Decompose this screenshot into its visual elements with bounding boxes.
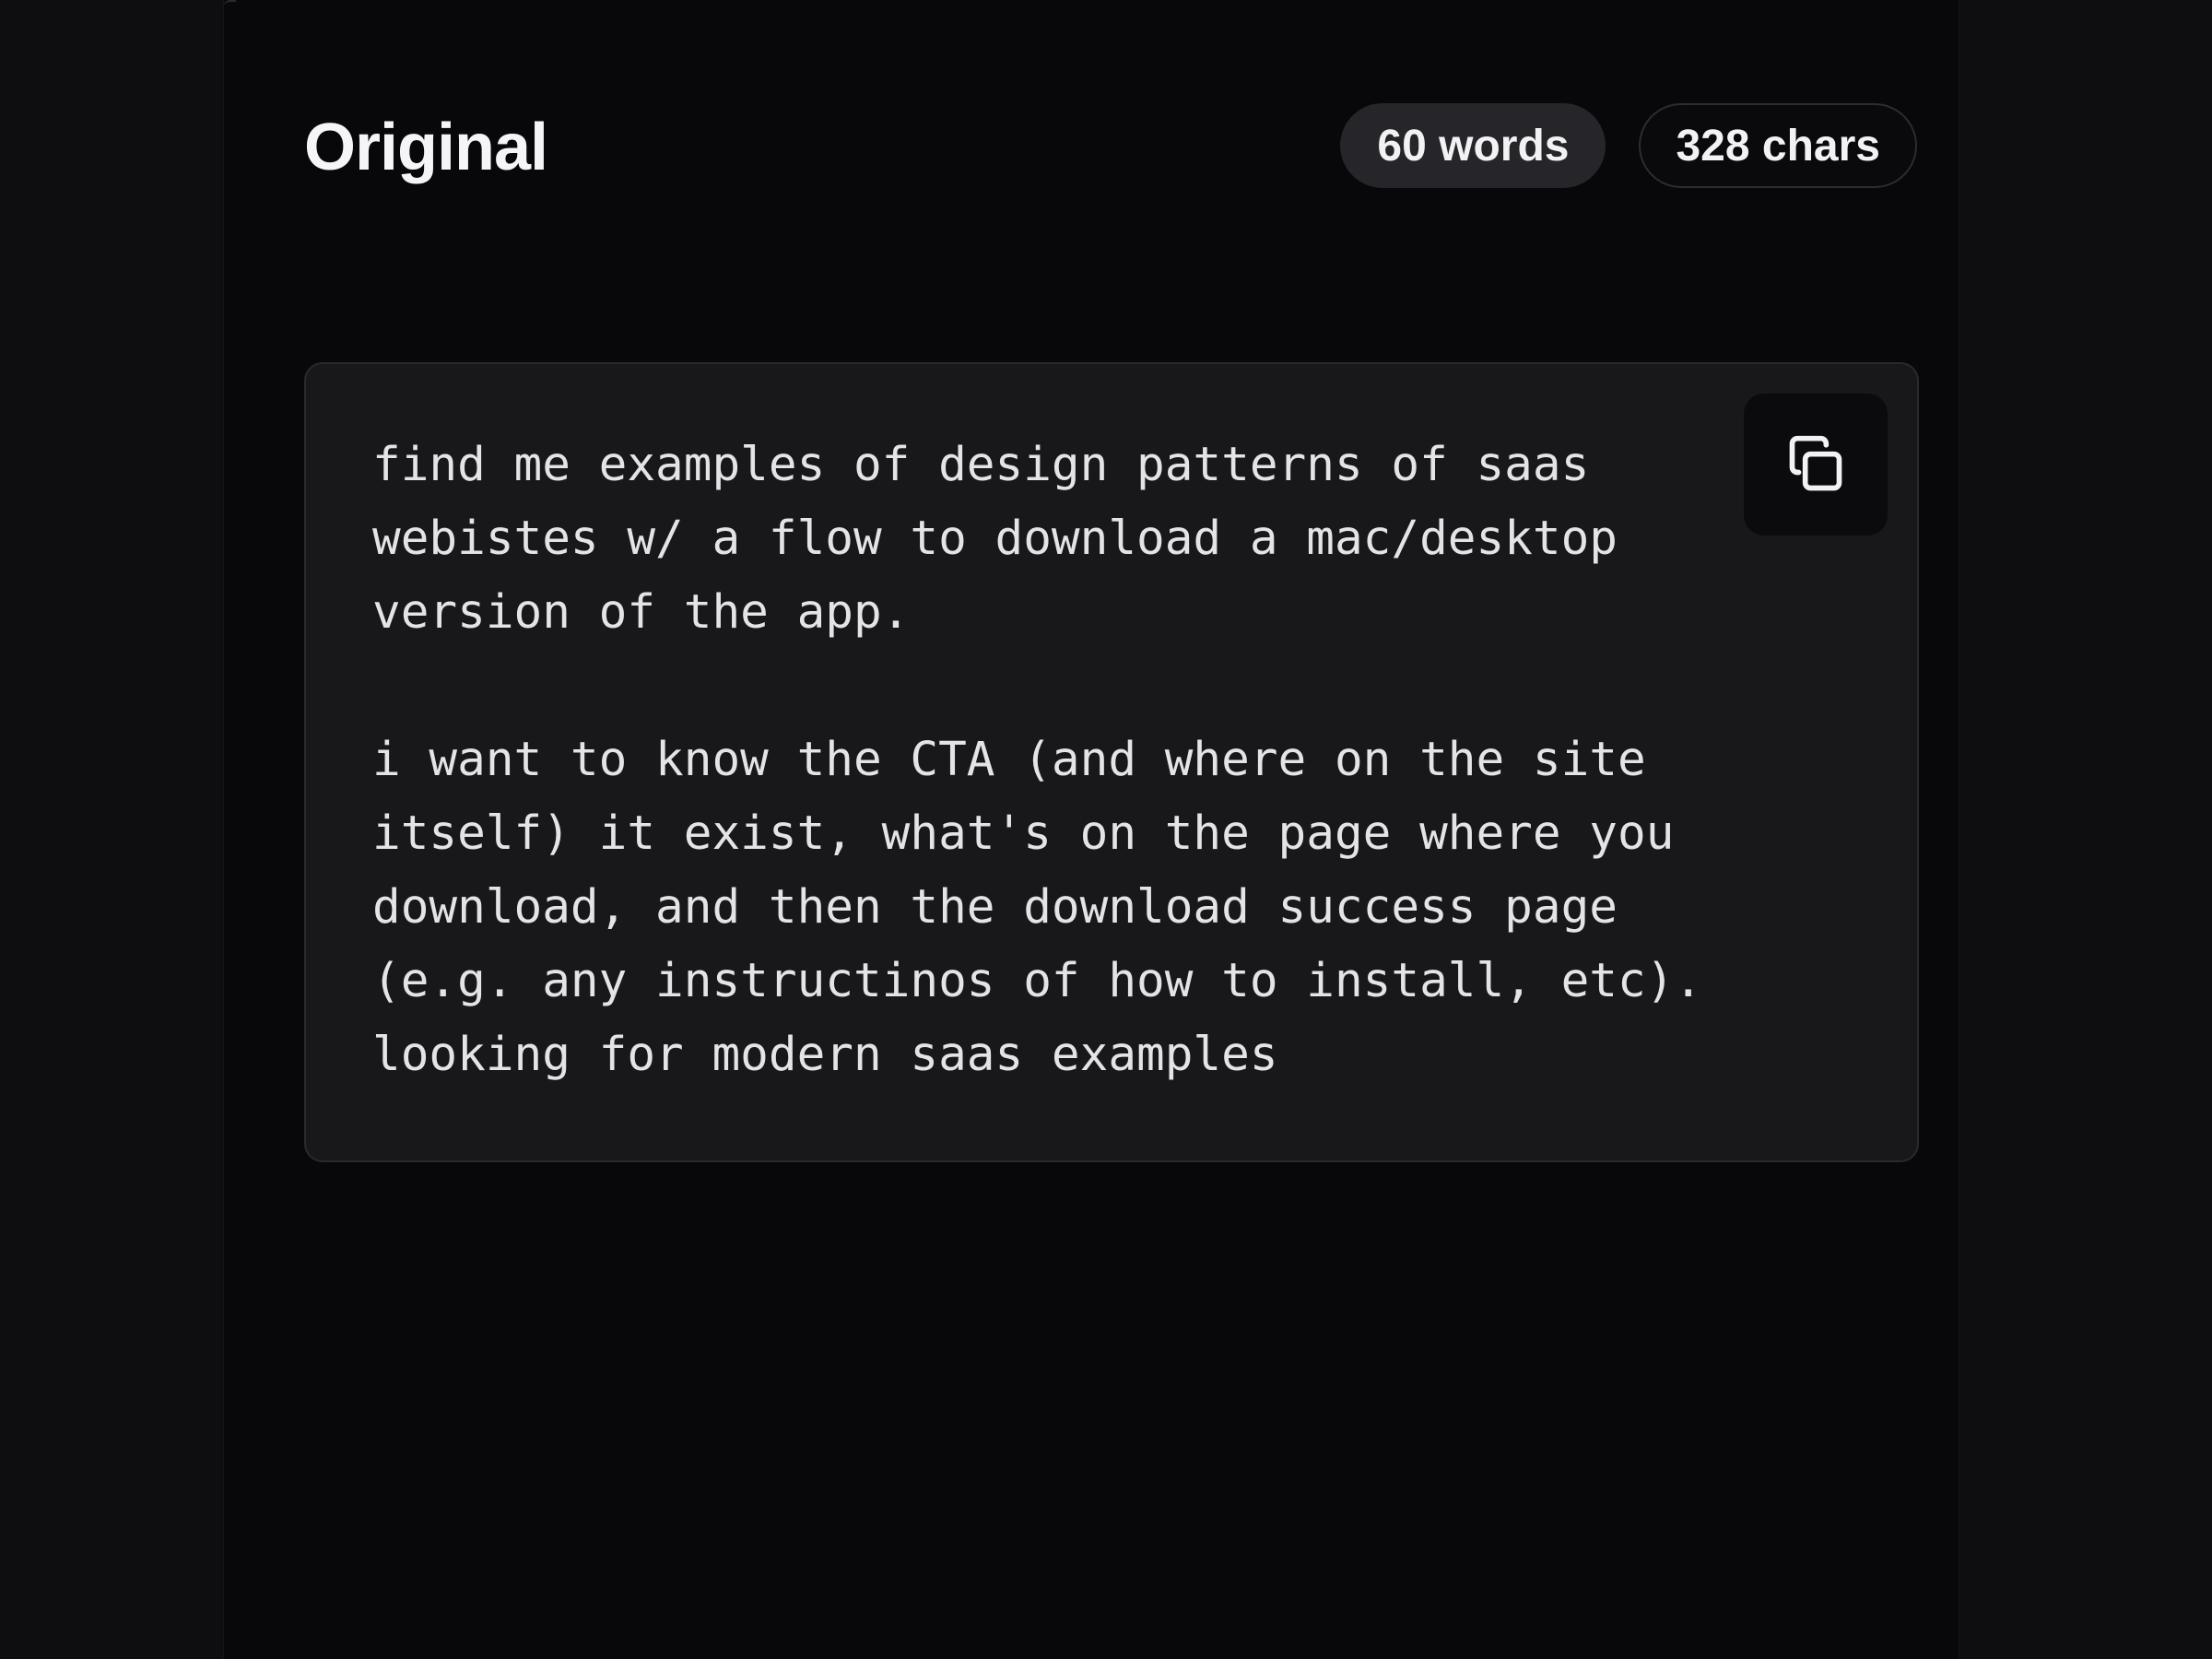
copy-icon [1789,435,1842,491]
panel-corner [223,0,236,7]
section-header: Original 60 words 328 chars [304,103,1917,192]
char-count-badge: 328 chars [1639,103,1917,188]
word-count-badge: 60 words [1340,103,1606,188]
original-text-card: find me examples of design patterns of s… [304,362,1919,1162]
stats-group: 60 words 328 chars [1340,103,1917,192]
copy-button[interactable] [1744,394,1888,535]
section-title: Original [304,111,548,184]
original-text: find me examples of design patterns of s… [372,438,1703,1082]
